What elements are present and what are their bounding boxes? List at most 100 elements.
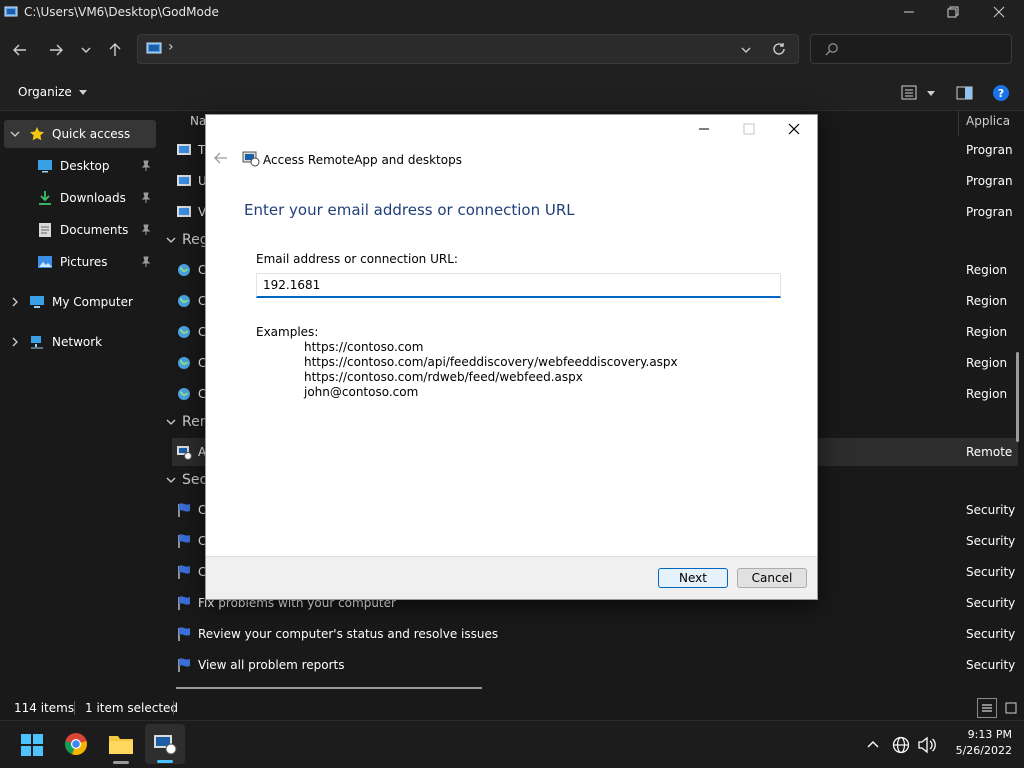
arrow-left-icon [13, 44, 26, 56]
document-icon [36, 221, 54, 239]
show-hidden-icons-button[interactable] [866, 738, 880, 750]
sidebar-item-pictures[interactable]: Pictures [4, 248, 156, 276]
dialog-heading: Enter your email address or connection U… [244, 201, 575, 219]
address-bar[interactable]: › [137, 34, 799, 64]
preview-pane-icon [956, 86, 973, 100]
list-item[interactable]: Review your computer's status and resolv… [198, 627, 498, 641]
sidebar-item-desktop[interactable]: Desktop [4, 152, 156, 180]
chrome-taskbar-button[interactable] [64, 732, 88, 756]
clock[interactable]: 9:13 PM 5/26/2022 [944, 727, 1012, 759]
tiles-view-icon [1005, 702, 1017, 714]
chevron-down-icon [166, 477, 176, 483]
sidebar-item-my-computer[interactable]: My Computer [4, 288, 156, 316]
windows-logo-icon [21, 734, 43, 756]
search-box[interactable] [810, 34, 1012, 64]
remoteapp-icon [242, 151, 260, 167]
remoteapp-dialog: Access RemoteApp and desktops Enter your… [205, 114, 818, 600]
example-url: https://contoso.com/rdweb/feed/webfeed.a… [304, 370, 583, 384]
dialog-back-button[interactable] [214, 152, 228, 164]
list-item-category: Security [966, 658, 1016, 672]
large-icons-view-button[interactable] [1002, 698, 1020, 718]
window-title: C:\Users\VM6\Desktop\GodMode [24, 5, 219, 19]
preview-pane-button[interactable] [956, 85, 974, 101]
example-email: john@contoso.com [304, 385, 419, 399]
arrow-left-icon [214, 152, 227, 164]
clock-date: 5/26/2022 [955, 744, 1012, 757]
search-input[interactable] [845, 40, 999, 60]
maximize-button[interactable] [930, 0, 976, 24]
vertical-scrollbar[interactable] [1016, 352, 1019, 442]
file-explorer-taskbar-button[interactable] [108, 733, 134, 764]
sidebar-item-label: Desktop [60, 159, 110, 173]
status-divider [74, 701, 75, 715]
column-divider [958, 110, 959, 136]
minimize-button[interactable] [886, 0, 932, 24]
sidebar-item-label: Pictures [60, 255, 108, 269]
up-button[interactable] [101, 36, 129, 64]
dialog-minimize-button[interactable] [696, 121, 712, 137]
back-button[interactable] [6, 36, 34, 64]
list-item-category: Progran [966, 174, 1013, 188]
flag-icon [176, 595, 194, 613]
network-icon [28, 333, 46, 351]
address-dropdown-icon[interactable] [740, 44, 752, 56]
dialog-maximize-button[interactable] [741, 121, 757, 137]
forward-button[interactable] [42, 36, 70, 64]
dialog-footer: Next Cancel [206, 556, 817, 599]
chevron-up-icon [867, 741, 879, 748]
address-separator[interactable]: › [168, 39, 174, 55]
list-item-category: Remote [966, 445, 1013, 459]
start-button[interactable] [20, 733, 44, 757]
help-button[interactable]: ? [992, 84, 1010, 102]
globe-icon [892, 736, 910, 754]
minimize-icon [699, 128, 709, 130]
control-panel-item-icon [176, 204, 194, 222]
flag-icon [176, 502, 194, 520]
connection-url-input[interactable]: 192.1681 [256, 273, 781, 298]
list-item-category: Security [966, 565, 1016, 579]
horizontal-scrollbar[interactable] [176, 687, 482, 689]
column-header-category[interactable]: Applica [966, 114, 1010, 128]
list-item-category: Security [966, 596, 1016, 610]
sidebar-item-documents[interactable]: Documents [4, 216, 156, 244]
close-button[interactable] [976, 0, 1022, 24]
taskbar: 9:13 PM 5/26/2022 [0, 720, 1024, 768]
chrome-icon [65, 733, 87, 756]
group-header-region[interactable]: Reg [166, 232, 209, 248]
picture-icon [36, 253, 54, 271]
status-bar: 114 items 1 item selected [0, 692, 1024, 720]
refresh-icon[interactable] [772, 42, 786, 56]
sidebar-item-network[interactable]: Network [4, 328, 156, 356]
sidebar-item-quick-access[interactable]: Quick access [4, 120, 156, 148]
next-button[interactable]: Next [658, 568, 728, 588]
remoteapp-taskbar-button[interactable] [145, 724, 185, 764]
region-icon [176, 386, 194, 404]
speaker-icon [918, 736, 936, 754]
chevron-down-icon [81, 47, 91, 53]
sidebar-item-downloads[interactable]: Downloads [4, 184, 156, 212]
details-view-button[interactable] [977, 698, 997, 718]
cancel-button[interactable]: Cancel [737, 568, 807, 588]
organize-button[interactable]: Organize [18, 85, 88, 99]
volume-button[interactable] [917, 736, 937, 754]
chevron-down-icon [166, 419, 176, 425]
group-label: Sec [182, 472, 208, 488]
status-divider [173, 701, 174, 715]
chevron-right-icon [12, 297, 18, 307]
region-icon [176, 324, 194, 342]
remoteapp-icon [176, 444, 194, 462]
details-view-icon [982, 704, 992, 712]
list-item-category: Region [966, 387, 1008, 401]
network-status-button[interactable] [892, 736, 910, 754]
dialog-close-button[interactable] [786, 121, 802, 137]
recent-locations-button[interactable] [72, 36, 100, 64]
selection-count: 1 item selected [85, 701, 179, 715]
pin-icon [141, 160, 151, 171]
region-icon [176, 262, 194, 280]
list-item-category: Security [966, 503, 1016, 517]
column-header-name[interactable]: Na [190, 114, 206, 128]
view-options-button[interactable] [900, 85, 940, 101]
list-item[interactable]: View all problem reports [198, 658, 345, 672]
group-header-security[interactable]: Sec [166, 472, 207, 488]
field-label: Email address or connection URL: [256, 252, 458, 266]
